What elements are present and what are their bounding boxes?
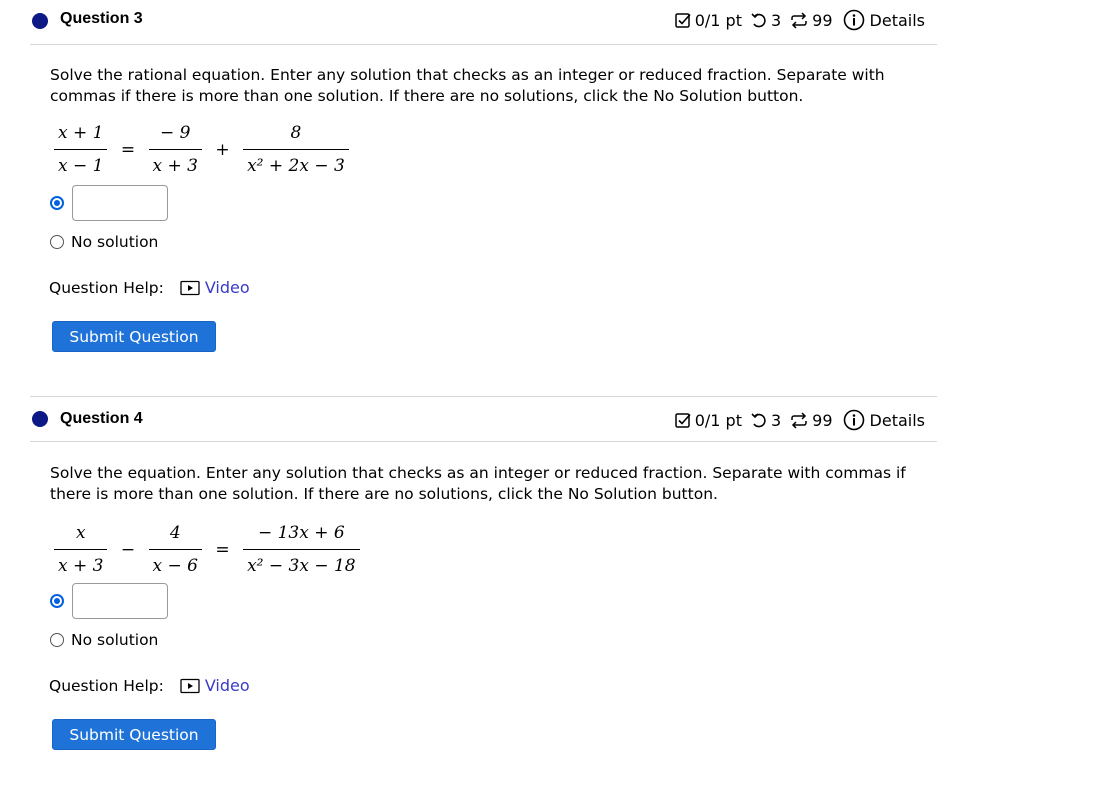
no-solution-radio[interactable] [50,235,64,249]
undo-icon [751,12,766,27]
question-prompt: Solve the rational equation. Enter any s… [50,66,885,105]
status-dot-icon [32,411,48,427]
fraction-term1: 4x − 6 [148,523,202,576]
undo-icon [751,412,766,427]
equation: xx + 3 − 4x − 6 = − 13x + 6 x² − 3x − 18 [50,523,364,576]
question-help-label: Question Help: [49,278,164,297]
play-icon [180,280,200,295]
retries: 3 [750,411,781,430]
question-meta: 0/1 pt 3 99 Details [667,409,925,431]
fraction-term2: 8 x² + 2x − 3 [243,123,349,176]
video-link[interactable]: Video [180,676,250,695]
question-title: Question 4 [60,410,143,427]
details-button[interactable]: Details [843,409,925,431]
equation: x + 1x − 1 = − 9x + 3 + 8 x² + 2x − 3 [50,123,353,176]
fraction-term1: − 9x + 3 [148,123,202,176]
no-solution-option[interactable]: No solution [50,233,158,251]
play-icon [180,678,200,693]
info-icon [843,409,864,431]
fraction-lhs: x + 1x − 1 [54,123,108,176]
question-3: Question 3 0/1 pt 3 99 Details Solve the… [30,0,937,352]
question-help: Question Help: Video [49,278,250,297]
video-link[interactable]: Video [180,278,250,297]
retries: 3 [750,11,781,30]
score: 0/1 pt [674,11,742,30]
no-solution-radio[interactable] [50,633,64,647]
answer-row [50,583,168,619]
answer-input[interactable] [72,185,168,221]
question-title: Question 3 [60,10,143,27]
no-solution-option[interactable]: No solution [50,631,158,649]
question-meta: 0/1 pt 3 99 Details [667,9,925,31]
operator: − [120,539,136,560]
answer-input[interactable] [72,583,168,619]
checkbox-icon [674,412,691,428]
repeat-icon [791,11,807,29]
repeat-icon [791,411,807,429]
fraction-lhs: xx + 3 [54,523,108,576]
status-dot-icon [32,13,48,29]
question-prompt: Solve the equation. Enter any solution t… [50,464,906,503]
submit-question-button[interactable]: Submit Question [52,719,216,750]
attempts: 99 [789,11,833,30]
checkbox-icon [674,12,691,28]
info-icon [843,9,864,31]
details-button[interactable]: Details [843,9,925,31]
operator: = [215,539,230,560]
answer-row [50,185,168,221]
score: 0/1 pt [674,411,742,430]
no-solution-label: No solution [71,631,159,649]
question-header: Question 4 0/1 pt 3 99 Details [30,396,937,442]
attempts: 99 [789,411,833,430]
operator: + [215,139,230,160]
no-solution-label: No solution [71,233,159,251]
question-help-label: Question Help: [49,676,164,695]
question-4: Question 4 0/1 pt 3 99 Details Solve the… [30,396,937,750]
operator: = [120,139,136,160]
fraction-term2: − 13x + 6 x² − 3x − 18 [243,523,360,576]
answer-radio[interactable] [50,594,64,608]
submit-question-button[interactable]: Submit Question [52,321,216,352]
question-help: Question Help: Video [49,676,250,695]
question-header: Question 3 0/1 pt 3 99 Details [30,0,937,45]
answer-radio[interactable] [50,196,64,210]
